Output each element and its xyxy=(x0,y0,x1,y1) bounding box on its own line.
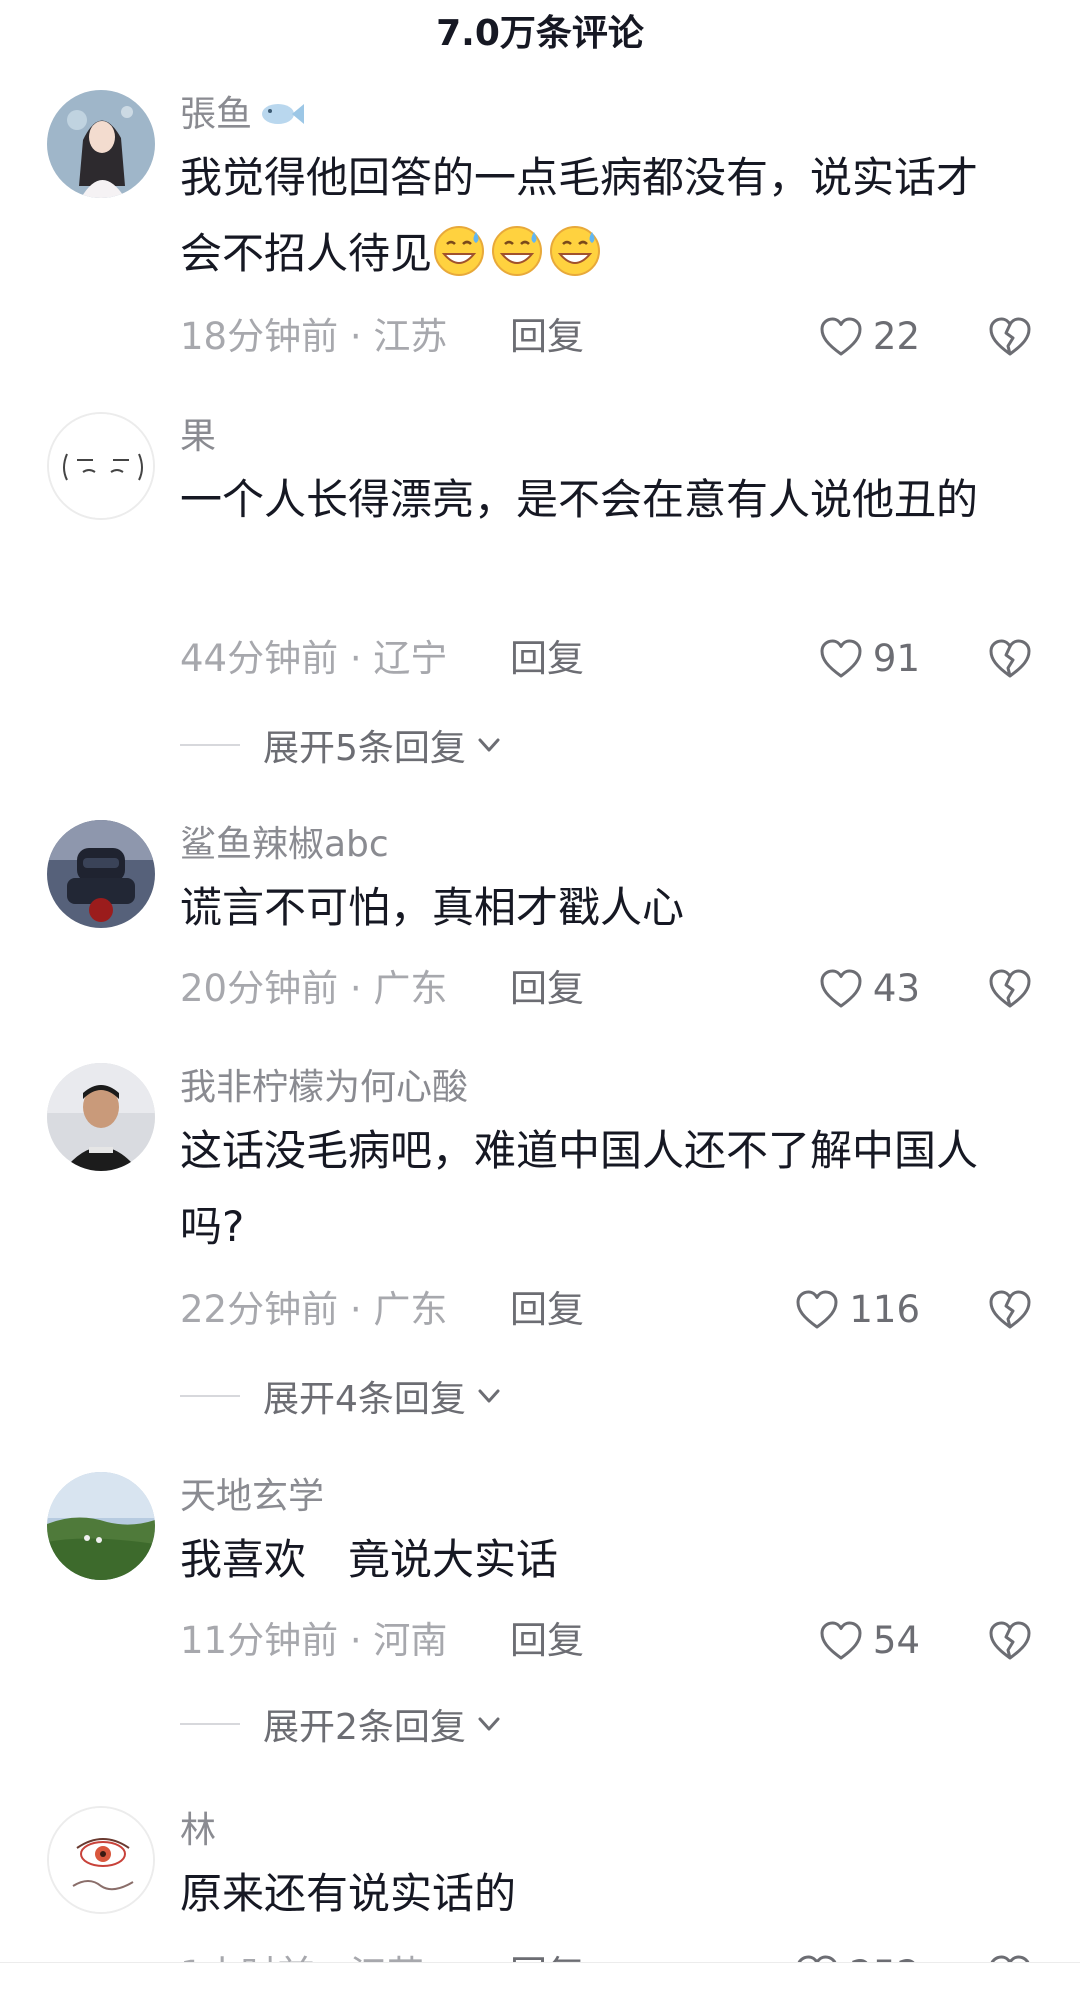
username[interactable]: 天地玄学 xyxy=(180,1472,324,1522)
comment-meta: 44分钟前 · 辽宁 回复 91 xyxy=(180,629,1040,689)
broken-heart-icon xyxy=(989,639,1031,678)
expand-divider xyxy=(180,1395,240,1397)
reply-button[interactable]: 回复 xyxy=(510,629,584,689)
comment-text: 谎言不可怕，真相才戳人心 xyxy=(180,883,685,932)
reply-button[interactable]: 回复 xyxy=(510,1611,584,1671)
time-location: 44分钟前 · 辽宁 xyxy=(180,637,448,680)
avatar[interactable] xyxy=(47,1472,155,1580)
dislike-button[interactable] xyxy=(980,629,1040,689)
avatar[interactable] xyxy=(47,820,155,928)
heart-icon xyxy=(820,969,862,1008)
dislike-button[interactable] xyxy=(980,307,1040,367)
username[interactable]: 林 xyxy=(180,1806,216,1856)
username[interactable]: 果 xyxy=(180,412,216,462)
chevron-down-icon xyxy=(478,738,500,752)
comment-meta: 11分钟前 · 河南 回复 54 xyxy=(180,1611,1040,1671)
comment-meta: 22分钟前 · 广东 回复 116 xyxy=(180,1280,1040,1340)
chevron-down-icon xyxy=(478,1717,500,1731)
expand-divider xyxy=(180,1723,240,1725)
like-button[interactable]: 116 xyxy=(793,1280,920,1340)
grin-sweat-emoji-icon xyxy=(492,226,543,276)
like-count: 91 xyxy=(872,637,920,680)
heart-icon xyxy=(796,1290,838,1329)
comments-screen: 7.0万条评论 張鱼 我觉得他回答的一点毛病都没有，说实话才会不招人待见 18分… xyxy=(0,0,1080,1994)
time-location: 20分钟前 · 广东 xyxy=(180,967,448,1010)
like-button[interactable]: 91 xyxy=(817,629,920,689)
username[interactable]: 鲨鱼辣椒abc xyxy=(180,820,389,870)
reply-button[interactable]: 回复 xyxy=(510,307,584,367)
avatar[interactable] xyxy=(47,412,155,520)
chevron-down-icon xyxy=(478,1389,500,1403)
comment-count-title: 7.0万条评论 xyxy=(436,13,644,54)
like-count: 43 xyxy=(872,967,920,1010)
heart-icon xyxy=(820,1621,862,1660)
grin-sweat-emoji-icon xyxy=(434,226,485,276)
dislike-button[interactable] xyxy=(980,959,1040,1019)
reply-button[interactable]: 回复 xyxy=(510,959,584,1019)
avatar[interactable] xyxy=(47,1806,155,1914)
like-count: 54 xyxy=(872,1619,920,1662)
broken-heart-icon xyxy=(989,969,1031,1008)
comments-header: 7.0万条评论 xyxy=(0,0,1080,60)
expand-replies-label: 展开4条回复 xyxy=(263,1379,466,1420)
avatar[interactable] xyxy=(47,90,155,198)
fish-icon xyxy=(262,104,305,124)
broken-heart-icon xyxy=(989,1290,1031,1329)
time-location: 11分钟前 · 河南 xyxy=(180,1619,448,1662)
like-count: 22 xyxy=(872,315,920,358)
like-count: 116 xyxy=(849,1288,920,1331)
dislike-button[interactable] xyxy=(980,1280,1040,1340)
comment-text: 这话没毛病吧，难道中国人还不了解中国人吗? xyxy=(180,1126,979,1251)
expand-replies-label: 展开5条回复 xyxy=(263,728,466,769)
broken-heart-icon xyxy=(989,1621,1031,1660)
expand-replies-label: 展开2条回复 xyxy=(263,1707,466,1748)
heart-icon xyxy=(820,317,862,356)
expand-replies-button[interactable]: 展开2条回复 xyxy=(180,1694,580,1754)
dislike-button[interactable] xyxy=(980,1611,1040,1671)
expand-divider xyxy=(180,744,240,746)
comment-text: 我喜欢 竟说大实话 xyxy=(180,1535,559,1584)
expand-replies-button[interactable]: 展开4条回复 xyxy=(180,1366,580,1426)
heart-icon xyxy=(820,639,862,678)
grin-sweat-emoji-icon xyxy=(550,226,601,276)
comment-meta: 20分钟前 · 广东 回复 43 xyxy=(180,959,1040,1019)
like-button[interactable]: 22 xyxy=(817,307,920,367)
time-location: 18分钟前 · 江苏 xyxy=(180,315,448,358)
comment-text: 一个人长得漂亮，是不会在意有人说他丑的 xyxy=(180,475,979,524)
comment-text: 我觉得他回答的一点毛病都没有，说实话才会不招人待见 xyxy=(180,153,979,278)
like-button[interactable]: 54 xyxy=(817,1611,920,1671)
avatar[interactable] xyxy=(47,1063,155,1171)
reply-button[interactable]: 回复 xyxy=(510,1280,584,1340)
username[interactable]: 我非柠檬为何心酸 xyxy=(180,1063,468,1113)
comment-text: 原来还有说实话的 xyxy=(180,1869,517,1918)
broken-heart-icon xyxy=(989,317,1031,356)
bottom-edge xyxy=(0,1962,1080,1994)
like-button[interactable]: 43 xyxy=(817,959,920,1019)
time-location: 22分钟前 · 广东 xyxy=(180,1288,448,1331)
comment-meta: 18分钟前 · 江苏 回复 22 xyxy=(180,307,1040,367)
expand-replies-button[interactable]: 展开5条回复 xyxy=(180,715,580,775)
username[interactable]: 張鱼 xyxy=(180,90,306,140)
